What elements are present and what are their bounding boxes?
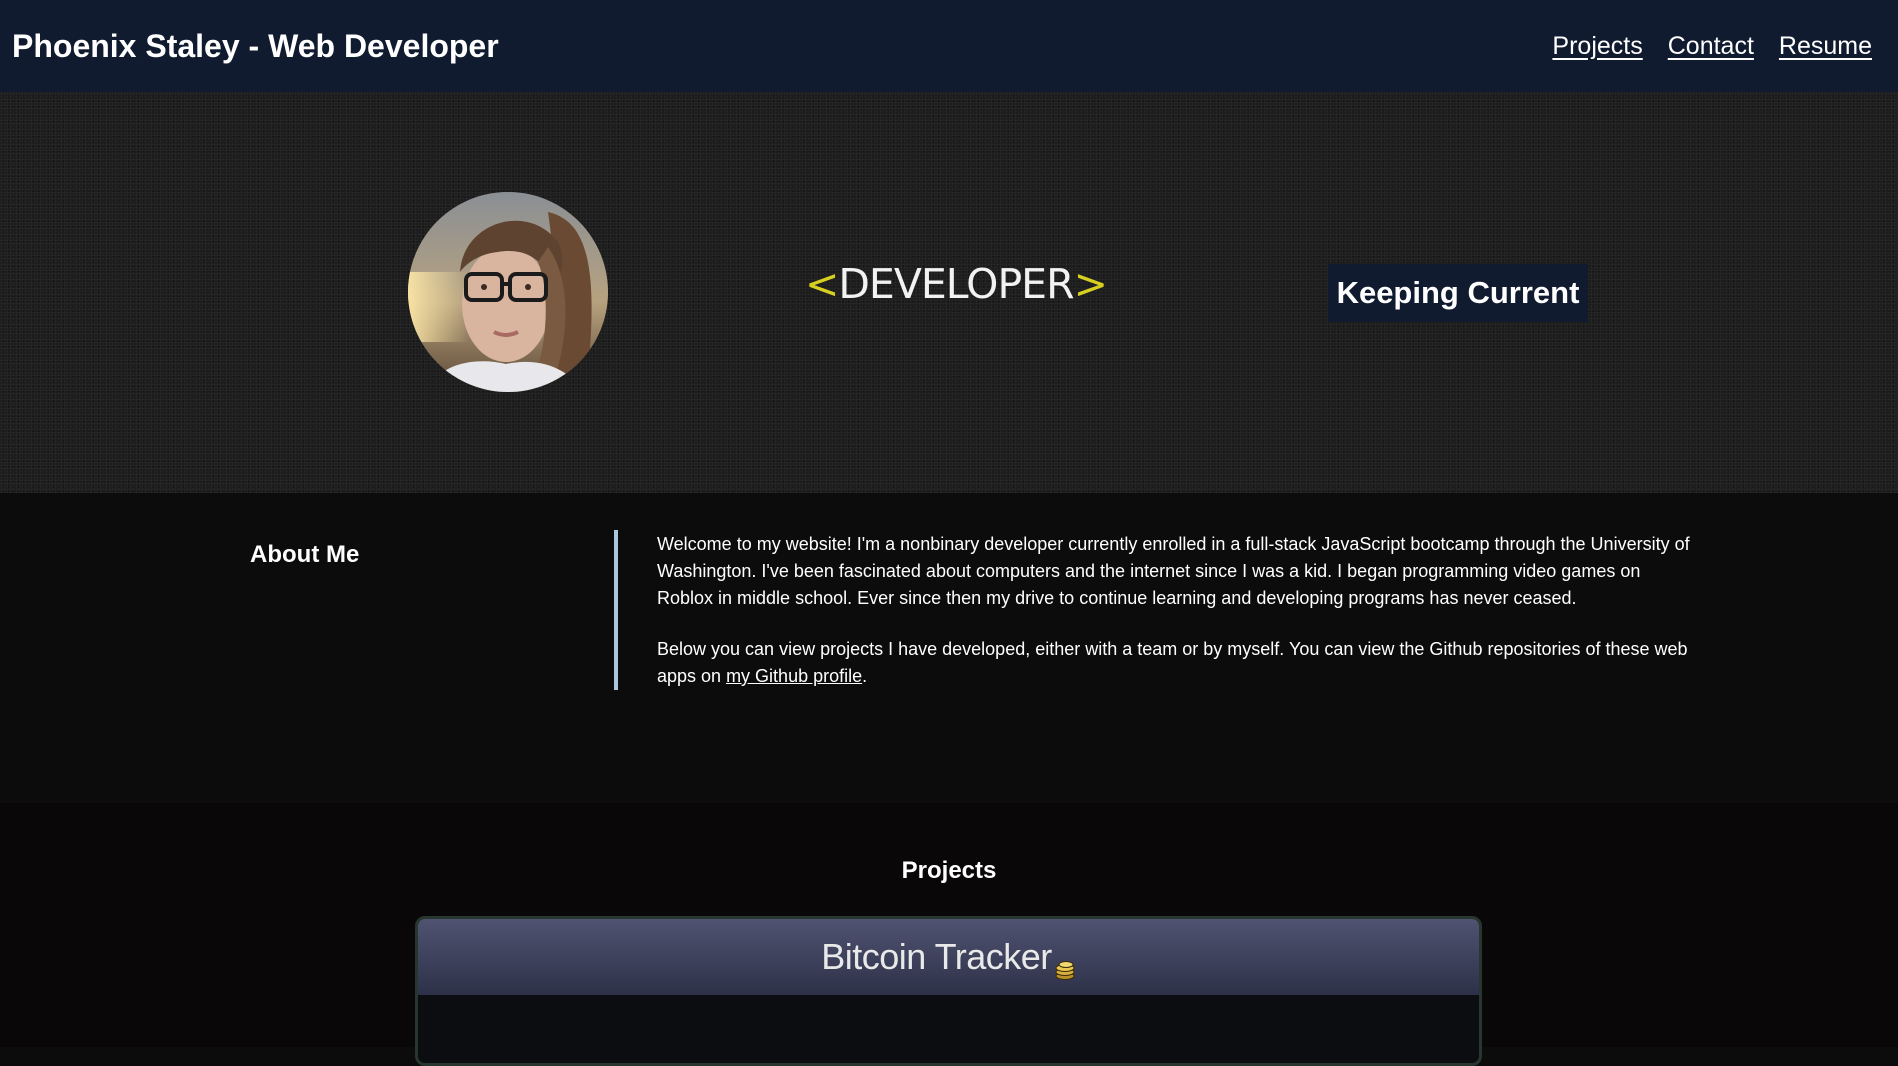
about-text: Welcome to my website! I'm a nonbinary d… bbox=[657, 531, 1697, 714]
about-heading: About Me bbox=[250, 541, 360, 568]
site-header: Phoenix Staley - Web Developer Projects … bbox=[0, 0, 1898, 92]
about-paragraph-2: Below you can view projects I have devel… bbox=[657, 636, 1697, 690]
developer-logo: <DEVELOPER> bbox=[805, 260, 1108, 308]
project-title: Bitcoin Tracker bbox=[821, 936, 1052, 977]
keeping-current-badge: Keeping Current bbox=[1328, 264, 1588, 322]
nav-link-contact[interactable]: Contact bbox=[1668, 32, 1754, 61]
coins-icon bbox=[1054, 948, 1076, 980]
project-card-bitcoin-tracker[interactable]: Bitcoin Tracker bbox=[415, 916, 1482, 1066]
project-card-header: Bitcoin Tracker bbox=[418, 919, 1479, 995]
logo-open-bracket: < bbox=[805, 260, 839, 308]
about-paragraph-1: Welcome to my website! I'm a nonbinary d… bbox=[657, 534, 1690, 608]
projects-heading: Projects bbox=[901, 857, 997, 884]
logo-close-bracket: > bbox=[1073, 260, 1108, 308]
projects-section: Projects Bitcoin Tracker bbox=[0, 803, 1898, 1066]
nav-link-resume[interactable]: Resume bbox=[1779, 32, 1872, 61]
github-profile-link[interactable]: my Github profile bbox=[726, 666, 862, 686]
about-divider bbox=[614, 530, 618, 690]
logo-word: DEVELOPER bbox=[838, 260, 1074, 308]
hero-banner: <DEVELOPER> Keeping Current bbox=[0, 92, 1898, 493]
about-paragraph-2-end: . bbox=[862, 666, 868, 686]
nav-link-projects[interactable]: Projects bbox=[1552, 32, 1642, 61]
main-nav: Projects Contact Resume bbox=[1552, 32, 1872, 61]
site-title: Phoenix Staley - Web Developer bbox=[12, 27, 499, 64]
profile-avatar bbox=[408, 192, 608, 392]
about-section: About Me Welcome to my website! I'm a no… bbox=[0, 493, 1898, 803]
profile-photo bbox=[408, 192, 608, 392]
